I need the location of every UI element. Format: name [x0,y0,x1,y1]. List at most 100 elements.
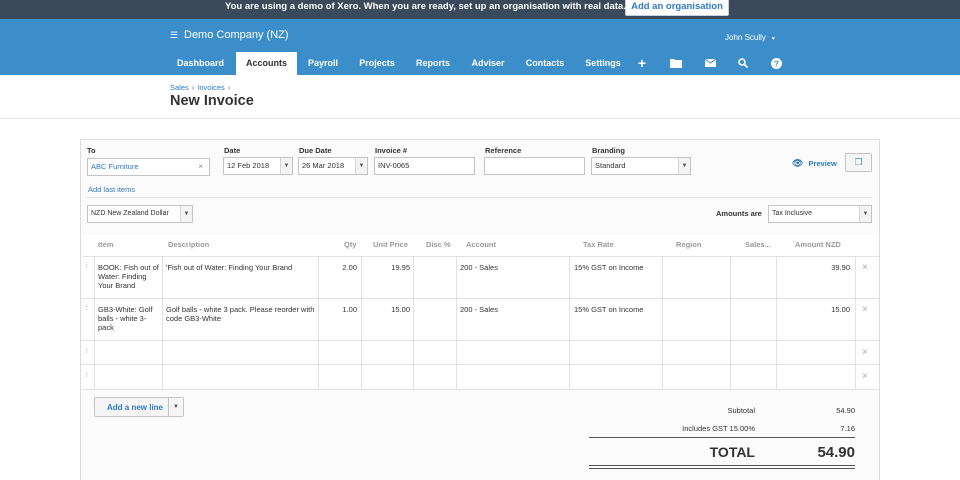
dropdown-arrow-icon[interactable]: ▼ [168,398,183,416]
drag-handle-icon[interactable]: ⁞⁞ [85,348,88,355]
column-header-tax-rate: Tax Rate [583,240,614,249]
demo-banner-message: You are using a demo of Xero. When you a… [225,1,626,12]
add-new-line-button[interactable]: Add a new line ▼ [94,397,184,417]
help-icon[interactable]: ? [768,52,784,75]
subtotal-value: 54.90 [836,406,855,415]
clear-icon[interactable]: × [198,159,203,175]
nav-adviser[interactable]: Adviser [463,52,513,75]
nav-payroll[interactable]: Payroll [300,52,346,75]
table-rule [569,256,570,389]
add-organisation-button[interactable]: Add an organisation [625,0,729,16]
column-header-account: Account [466,240,496,249]
table-rule [662,256,663,389]
caret-down-icon: ▾ [771,36,775,42]
org-switcher[interactable]: ☰ Demo Company (NZ) [170,29,289,41]
column-header-region: Region [676,240,702,249]
date-field[interactable]: 12 Feb 2018 ▼ [223,157,293,175]
branding-select[interactable]: Standard ▼ [591,157,691,175]
amounts-are-select[interactable]: Tax Inclusive ▼ [768,205,872,223]
table-rule [361,256,362,389]
nav-reports[interactable]: Reports [408,52,458,75]
table-rule [855,256,856,389]
column-header-qty: Qty [344,240,357,249]
table-rule [82,364,879,365]
due-date-label: Due Date [299,146,332,155]
demo-banner: You are using a demo of Xero. When you a… [0,0,960,19]
line-tax-rate[interactable]: 15% GST on Income [574,263,660,272]
table-rule [318,256,319,389]
nav-projects[interactable]: Projects [352,52,402,75]
total-label: TOTAL [709,444,755,460]
dropdown-arrow-icon[interactable]: ▼ [280,158,292,174]
dropdown-arrow-icon[interactable]: ▼ [355,158,367,174]
date-label: Date [224,146,241,155]
drag-handle-icon[interactable]: ⁞⁞ [85,263,88,270]
dropdown-arrow-icon[interactable]: ▼ [678,158,690,174]
divider [0,118,960,119]
to-label: To [87,146,96,155]
invoice-number-field[interactable]: INV-0065 [374,157,475,175]
column-header-unit-price: Unit Price [373,240,409,249]
branding-label: Branding [592,146,625,155]
add-new-line-label: Add a new line [107,403,164,412]
breadcrumb-sales[interactable]: Sales [170,83,189,92]
line-unit-price[interactable]: 19.95 [363,263,410,272]
subtotal-label: Subtotal [727,406,755,415]
breadcrumb-separator: › [191,83,195,92]
breadcrumb: Sales › Invoices › [170,83,233,92]
line-account[interactable]: 200 - Sales [460,263,565,272]
svg-text:?: ? [774,60,779,69]
branding-value: Standard [595,161,626,170]
table-rule [776,256,777,389]
folder-icon[interactable] [668,52,684,75]
preview-link[interactable]: 👁 Preview [792,158,837,169]
currency-select[interactable]: NZD New Zealand Dollar ▼ [87,205,193,223]
line-tax-rate[interactable]: 15% GST on Income [574,305,660,314]
table-rule [162,256,163,389]
line-amount[interactable]: 39.90 [778,263,850,272]
dropdown-arrow-icon[interactable]: ▼ [859,206,871,222]
due-date-value: 26 Mar 2018 [302,161,345,170]
delete-row-icon[interactable]: × [862,304,868,315]
table-rule [456,256,457,389]
nav-accounts[interactable]: Accounts [236,52,297,75]
line-qty[interactable]: 2.00 [320,263,357,272]
search-icon[interactable] [735,52,751,75]
copy-icon[interactable]: ❐ [845,153,872,172]
breadcrumb-invoices[interactable]: Invoices [197,83,225,92]
delete-row-icon[interactable]: × [862,347,868,358]
line-account[interactable]: 200 - Sales [460,305,565,314]
nav-contacts[interactable]: Contacts [518,52,572,75]
delete-row-icon[interactable]: × [862,262,868,273]
contact-field[interactable]: ABC Furniture × [87,158,210,176]
line-item-code[interactable]: GB3-White: Golf balls - white 3-pack [98,305,160,332]
mail-icon[interactable] [702,52,718,75]
due-date-field[interactable]: 26 Mar 2018 ▼ [298,157,368,175]
line-unit-price[interactable]: 15.00 [363,305,410,314]
column-header-item: Item [98,240,114,249]
add-last-items-link[interactable]: Add last items [88,185,135,194]
line-amount[interactable]: 15.00 [778,305,850,314]
nav-dashboard[interactable]: Dashboard [168,52,233,75]
breadcrumb-separator: › [227,83,231,92]
line-qty[interactable]: 1.00 [320,305,357,314]
amounts-are-label: Amounts are [716,209,762,218]
user-name: John Scully [725,33,766,42]
eye-icon: 👁 [792,158,804,168]
user-menu[interactable]: John Scully ▾ [725,33,775,42]
divider [589,468,855,469]
nav-settings[interactable]: Settings [577,52,629,75]
line-description[interactable]: 'Fish out of Water: Finding Your Brand [166,263,316,272]
plus-icon[interactable]: + [634,52,650,75]
reference-label: Reference [485,146,522,155]
delete-row-icon[interactable]: × [862,371,868,382]
dropdown-arrow-icon[interactable]: ▼ [180,206,192,222]
drag-handle-icon[interactable]: ⁞⁞ [85,305,88,312]
preview-label: Preview [808,159,837,168]
drag-handle-icon[interactable]: ⁞⁞ [85,372,88,379]
reference-field[interactable] [484,157,585,175]
amounts-are-value: Tax Inclusive [772,210,813,217]
table-rule [94,256,95,389]
line-description[interactable]: Golf balls - white 3 pack. Please reorde… [166,305,316,323]
line-item-code[interactable]: BOOK: Fish out of Water: Finding Your Br… [98,263,160,290]
